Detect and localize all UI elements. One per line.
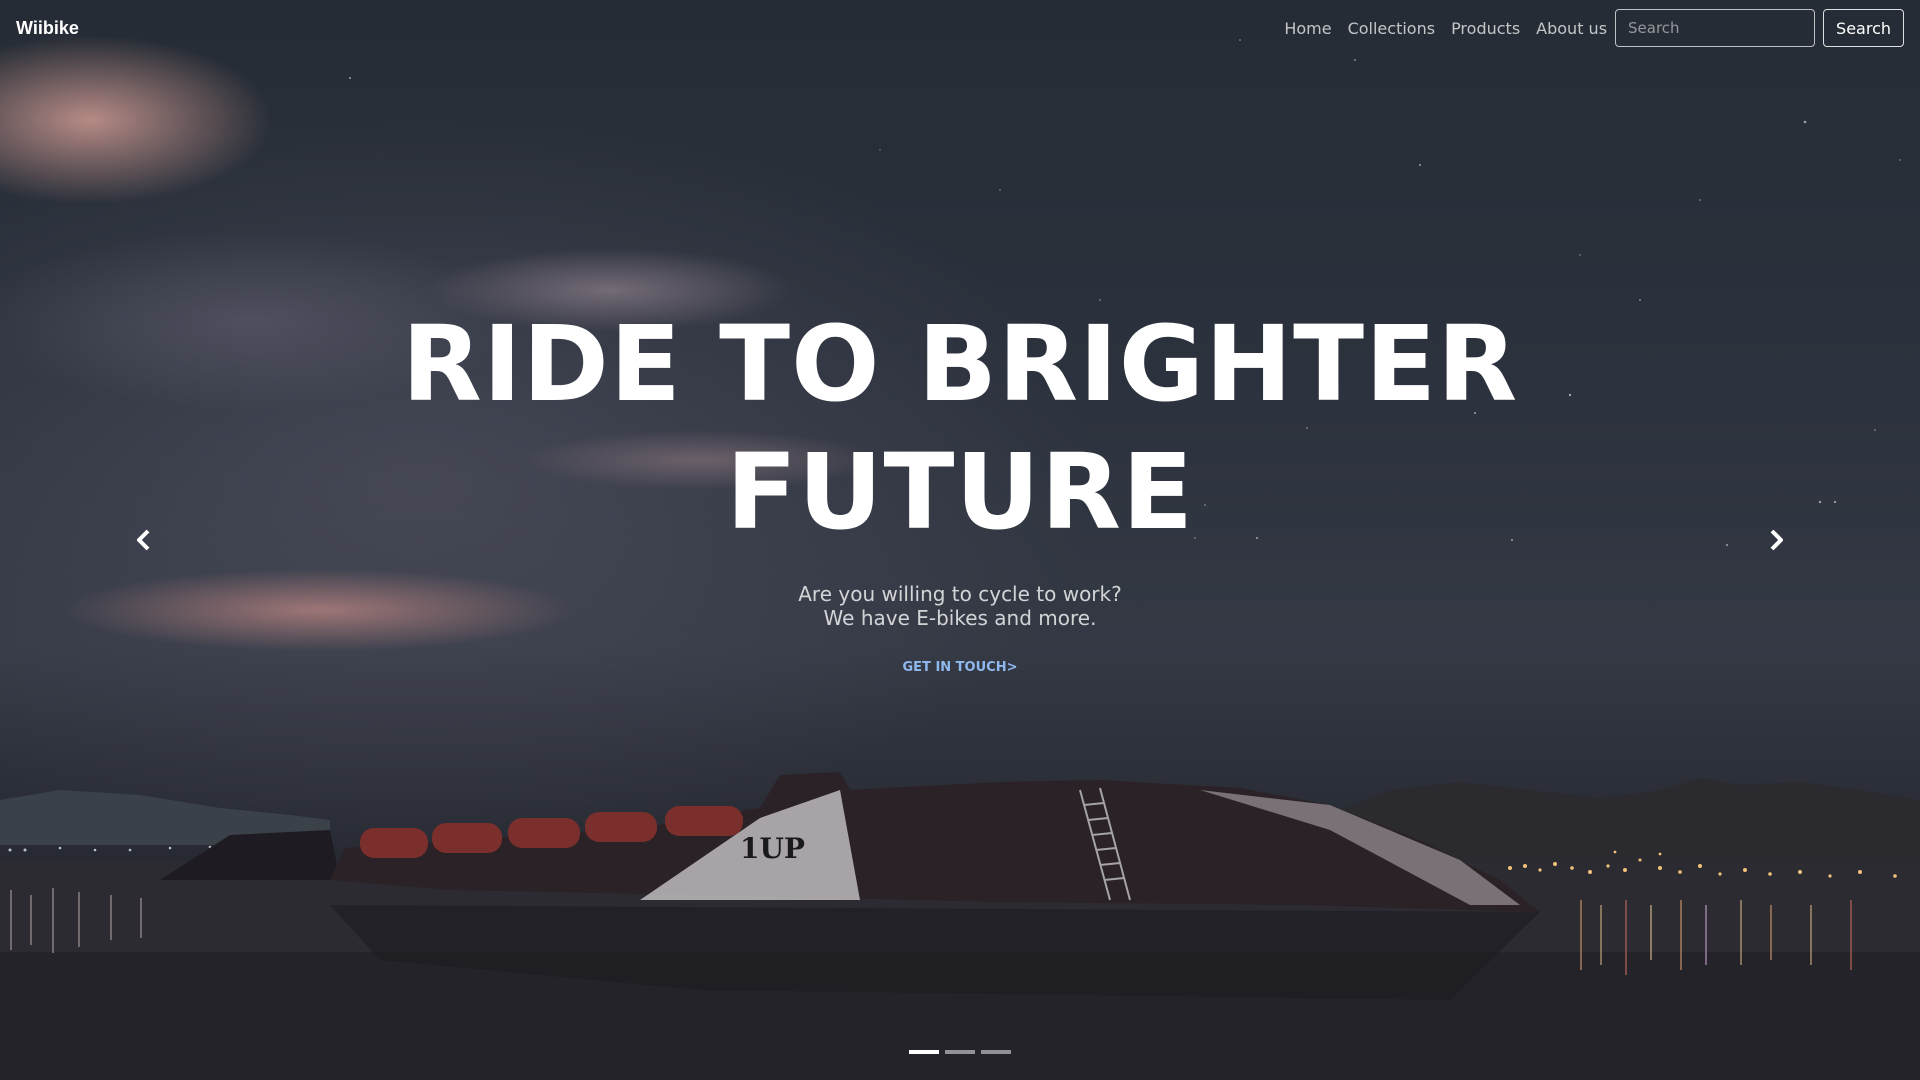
search-input[interactable] xyxy=(1615,9,1816,47)
nav-link-collections[interactable]: Collections xyxy=(1340,19,1443,38)
carousel-prev-button[interactable] xyxy=(124,520,164,560)
get-in-touch-link[interactable]: GET IN TOUCH> xyxy=(903,660,1018,675)
headline-line-1: RIDE TO BRIGHTER xyxy=(401,303,1519,425)
carousel-indicators xyxy=(0,1050,1920,1054)
hero-caption: RIDE TO BRIGHTER FUTURE Are you willing … xyxy=(0,300,1920,675)
chevron-right-icon xyxy=(1770,529,1783,551)
hero-carousel: 1UP Wiibike Home Collections Products Ab… xyxy=(0,0,1920,1080)
hero-subtitle: Are you willing to cycle to work? We hav… xyxy=(0,582,1920,630)
carousel-indicator-3[interactable] xyxy=(981,1050,1011,1054)
subtitle-line-1: Are you willing to cycle to work? xyxy=(798,582,1122,606)
nav-link-products[interactable]: Products xyxy=(1443,19,1528,38)
brand-logo[interactable]: Wiibike xyxy=(16,18,79,39)
subtitle-line-2: We have E-bikes and more. xyxy=(823,606,1097,630)
search-button[interactable]: Search xyxy=(1823,9,1904,47)
carousel-indicator-2[interactable] xyxy=(945,1050,975,1054)
boat-hull-lettering: 1UP xyxy=(740,832,805,865)
carousel-indicator-1[interactable] xyxy=(909,1050,939,1054)
carousel-next-button[interactable] xyxy=(1756,520,1796,560)
nav-links: Home Collections Products About us Searc… xyxy=(1276,9,1904,47)
nav-link-home[interactable]: Home xyxy=(1276,19,1339,38)
hero-headline: RIDE TO BRIGHTER FUTURE xyxy=(0,300,1920,556)
navbar: Wiibike Home Collections Products About … xyxy=(0,0,1920,56)
nav-link-about-us[interactable]: About us xyxy=(1528,19,1615,38)
chevron-left-icon xyxy=(137,529,150,551)
headline-line-2: FUTURE xyxy=(725,431,1194,553)
